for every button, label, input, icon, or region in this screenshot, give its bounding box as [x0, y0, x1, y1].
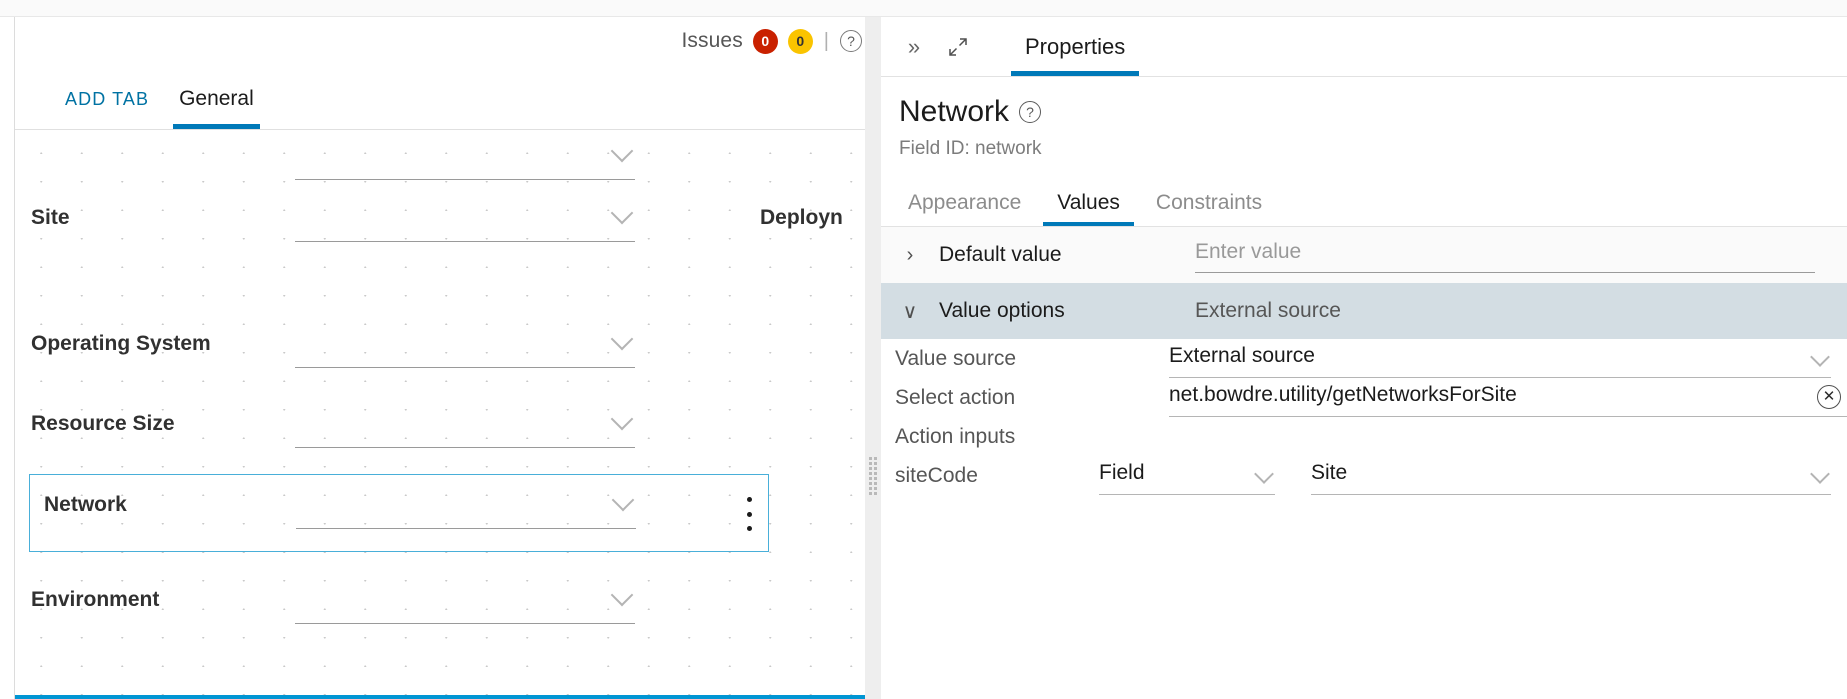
canvas-field-label: Resource Size — [31, 412, 175, 435]
action-inputs-label: Action inputs — [895, 424, 1016, 448]
accordion-value-options[interactable]: ∨ Value options External source — [881, 283, 1847, 339]
default-value-placeholder: Enter value — [1195, 240, 1302, 263]
row-site-code: siteCode Field Site — [881, 456, 1847, 495]
form-designer-panel: Issues 0 0 | ? ADD TAB General Site Depl… — [0, 17, 880, 699]
chevron-down-icon — [610, 327, 634, 351]
select-action-input[interactable]: net.bowdre.utility/getNetworksForSite ✕ — [1169, 379, 1847, 417]
form-tabstrip: ADD TAB General — [15, 69, 879, 130]
application-window: Issues 0 0 | ? ADD TAB General Site Depl… — [0, 0, 1847, 699]
page-title: Network ? — [899, 95, 1829, 129]
properties-subtabs: Appearance Values Constraints — [881, 179, 1847, 227]
canvas-field-label: Operating System — [31, 332, 211, 355]
value-source-select[interactable]: External source — [1169, 340, 1831, 378]
accordion-value-options-label: Value options — [939, 299, 1065, 322]
tab-properties[interactable]: Properties — [1011, 17, 1140, 76]
help-icon[interactable]: ? — [1019, 101, 1042, 123]
chevron-down-icon — [1254, 463, 1274, 484]
form-canvas[interactable]: Site Deployn Operating System Resource S… — [15, 130, 879, 699]
canvas-field-label: Site — [31, 206, 70, 229]
subtab-appearance[interactable]: Appearance — [890, 179, 1039, 226]
issues-divider: | — [823, 29, 829, 52]
canvas-field-label: Network — [44, 493, 127, 516]
canvas-field-site[interactable]: Site Deployn — [15, 186, 879, 258]
field-options-kebab-icon[interactable] — [746, 497, 752, 531]
value-source-label: Value source — [895, 346, 1017, 370]
field-id-label: Field ID: network — [899, 138, 1042, 159]
network-dropdown[interactable] — [296, 488, 636, 529]
accordion-default-value[interactable]: › Default value Enter value — [881, 227, 1847, 283]
chevron-down-icon — [610, 583, 634, 607]
resource-size-dropdown[interactable] — [295, 407, 635, 448]
site-code-type-select[interactable]: Field — [1099, 457, 1275, 495]
row-select-action: Select action net.bowdre.utility/getNetw… — [881, 378, 1847, 417]
accordion-value-options-summary: External source — [1195, 299, 1341, 322]
chevron-right-icon[interactable]: › — [881, 244, 939, 267]
subtab-values[interactable]: Values — [1039, 179, 1138, 226]
select-underline — [1099, 493, 1275, 495]
site-dropdown[interactable] — [295, 201, 635, 242]
tab-general[interactable]: General — [167, 69, 266, 129]
form-designer-inner: Issues 0 0 | ? ADD TAB General Site Depl… — [14, 17, 879, 699]
issues-label: Issues — [681, 29, 743, 52]
accordion-default-value-label: Default value — [939, 243, 1062, 266]
select-underline — [1311, 493, 1831, 495]
site-code-value-select[interactable]: Site — [1311, 457, 1831, 495]
collapse-panel-icon[interactable]: » — [899, 32, 929, 62]
site-code-label: siteCode — [895, 463, 978, 487]
properties-header: Network ? Field ID: network — [899, 95, 1829, 160]
select-action-label: Select action — [895, 385, 1016, 409]
canvas-field-environment[interactable]: Environment — [15, 568, 879, 640]
clear-icon[interactable]: ✕ — [1817, 384, 1841, 409]
value-source-value: External source — [1169, 343, 1315, 367]
issues-warning-badge[interactable]: 0 — [787, 28, 813, 54]
site-code-value-text: Site — [1311, 460, 1348, 484]
chevron-down-icon — [610, 407, 634, 431]
help-icon[interactable]: ? — [840, 30, 862, 52]
add-tab-button[interactable]: ADD TAB — [53, 69, 167, 129]
chevron-down-icon[interactable]: ∨ — [881, 299, 939, 324]
canvas-field-label: Environment — [31, 588, 160, 611]
properties-panel: » Properties Network ? Field ID: network… — [881, 17, 1847, 699]
default-value-input[interactable]: Enter value — [1195, 237, 1815, 273]
chevron-down-icon — [610, 201, 634, 225]
top-strip — [0, 0, 1847, 17]
environment-dropdown[interactable] — [295, 583, 635, 624]
chevron-down-icon — [1810, 463, 1830, 484]
partial-top-control[interactable] — [295, 139, 635, 180]
canvas-field-operating-system[interactable]: Operating System — [15, 312, 879, 384]
row-action-inputs: Action inputs — [881, 417, 1847, 456]
panel-bottom-accent — [15, 695, 879, 699]
expand-panel-icon[interactable] — [943, 32, 973, 62]
canvas-field-resource-size[interactable]: Resource Size — [15, 392, 879, 464]
chevron-down-icon — [1810, 346, 1830, 367]
chevron-down-icon — [611, 488, 635, 512]
canvas-field-deployment-label: Deployn — [760, 206, 843, 229]
site-code-type-value: Field — [1099, 460, 1145, 484]
panel-splitter[interactable] — [865, 17, 881, 699]
select-action-value: net.bowdre.utility/getNetworksForSite — [1169, 382, 1517, 406]
value-options-detail: Value source External source Select acti… — [881, 339, 1847, 495]
chevron-down-icon — [610, 139, 634, 163]
drag-handle-icon[interactable] — [869, 457, 877, 495]
row-value-source: Value source External source — [881, 339, 1847, 378]
issues-bar: Issues 0 0 | ? — [681, 25, 862, 57]
operating-system-dropdown[interactable] — [295, 327, 635, 368]
issues-error-badge[interactable]: 0 — [752, 28, 778, 54]
input-underline — [1195, 272, 1815, 273]
canvas-field-network[interactable]: Network — [29, 474, 769, 552]
subtab-constraints[interactable]: Constraints — [1138, 179, 1280, 226]
properties-tabbar: » Properties — [881, 17, 1847, 77]
page-title-text: Network — [899, 95, 1010, 128]
